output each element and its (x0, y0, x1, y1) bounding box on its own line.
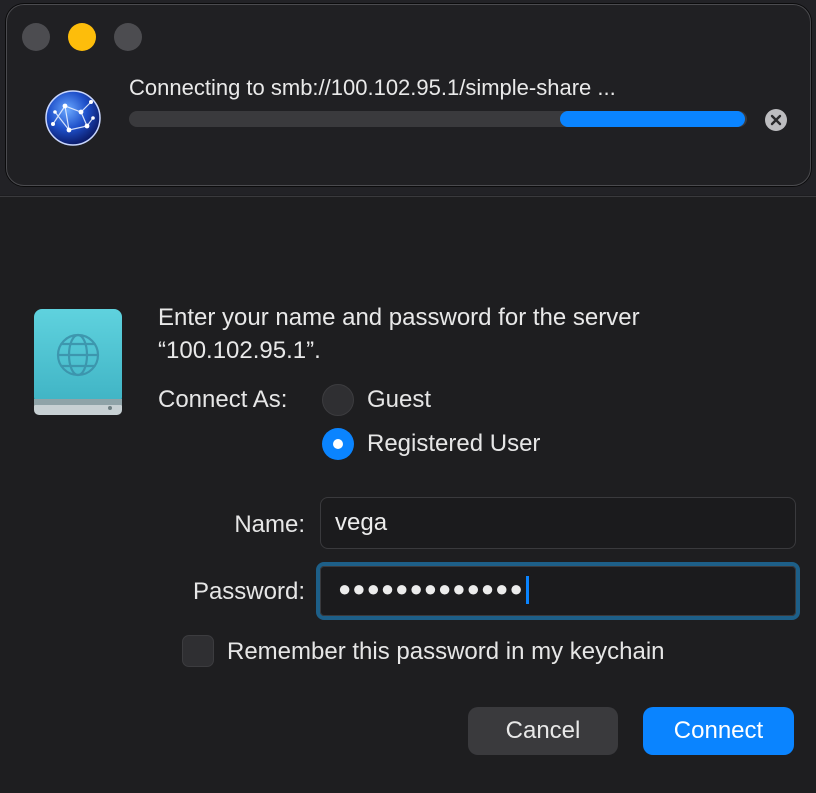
connect-button[interactable]: Connect (643, 707, 794, 755)
password-label: Password: (192, 578, 305, 605)
guest-radio[interactable] (322, 384, 354, 416)
remember-password-label[interactable]: Remember this password in my keychain (227, 638, 665, 666)
password-masked-value: ●●●●●●●●●●●●● (338, 576, 524, 601)
close-window-button[interactable] (22, 23, 50, 51)
registered-user-radio-label[interactable]: Registered User (367, 430, 540, 458)
network-disk-icon (34, 309, 122, 415)
zoom-window-button[interactable] (114, 23, 142, 51)
network-globe-icon (45, 90, 101, 146)
dialog-prompt: Enter your name and password for the ser… (158, 304, 640, 364)
remember-password-checkbox[interactable] (182, 635, 214, 667)
name-label: Name: (234, 511, 305, 538)
cancel-button[interactable]: Cancel (468, 707, 618, 755)
connect-as-label: Connect As: (158, 386, 288, 413)
stop-connection-button[interactable] (765, 109, 787, 131)
registered-user-radio[interactable] (322, 428, 354, 460)
minimize-window-button[interactable] (68, 23, 96, 51)
guest-radio-label[interactable]: Guest (367, 386, 431, 414)
stop-icon (770, 114, 782, 126)
connection-status-text: Connecting to smb://100.102.95.1/simple-… (129, 75, 616, 100)
authentication-dialog: Enter your name and password for the ser… (0, 196, 816, 793)
name-input[interactable] (320, 497, 796, 549)
connection-progress-bar (129, 111, 747, 127)
text-caret (525, 576, 529, 605)
connection-progress-window: Connecting to smb://100.102.95.1/simple-… (6, 4, 811, 186)
password-input[interactable]: ●●●●●●●●●●●●● (316, 562, 800, 620)
progress-fill (559, 111, 745, 127)
